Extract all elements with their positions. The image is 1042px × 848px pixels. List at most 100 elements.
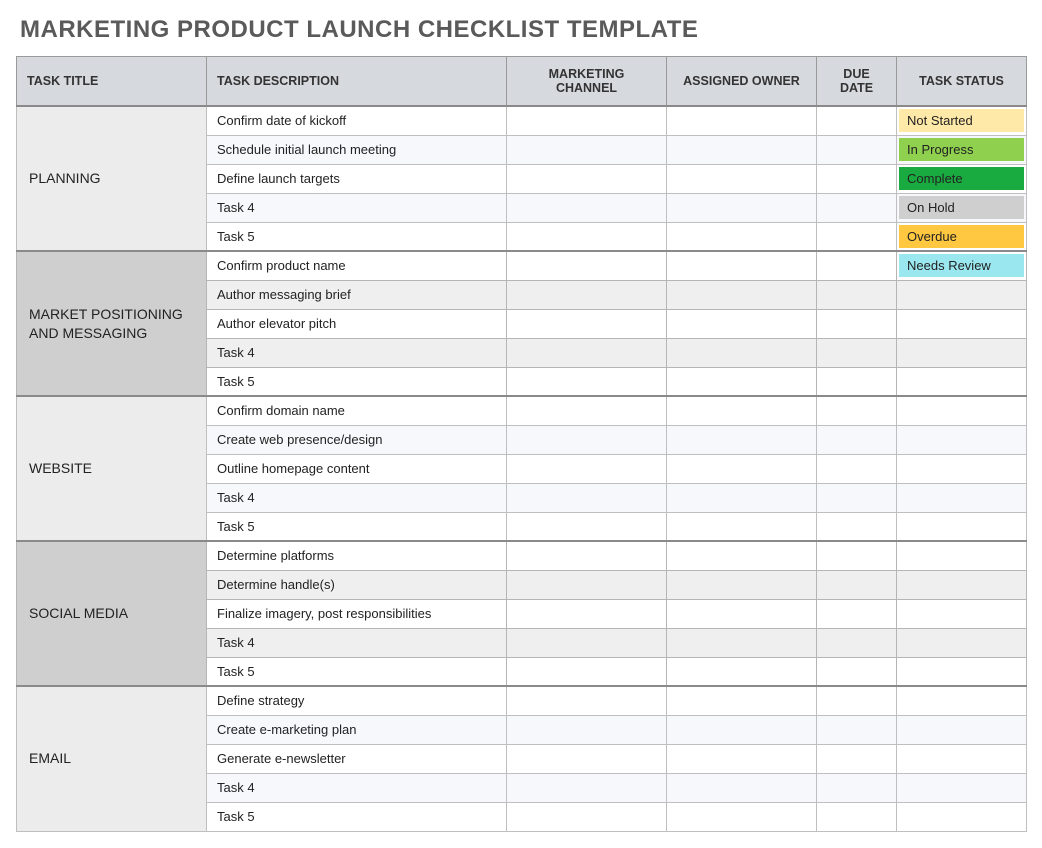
- assigned-owner-cell[interactable]: [667, 744, 817, 773]
- task-description-cell[interactable]: Task 4: [207, 193, 507, 222]
- marketing-channel-cell[interactable]: [507, 164, 667, 193]
- marketing-channel-cell[interactable]: [507, 686, 667, 715]
- marketing-channel-cell[interactable]: [507, 251, 667, 280]
- due-date-cell[interactable]: [817, 686, 897, 715]
- assigned-owner-cell[interactable]: [667, 686, 817, 715]
- task-description-cell[interactable]: Define strategy: [207, 686, 507, 715]
- assigned-owner-cell[interactable]: [667, 106, 817, 135]
- assigned-owner-cell[interactable]: [667, 773, 817, 802]
- marketing-channel-cell[interactable]: [507, 744, 667, 773]
- task-status-cell[interactable]: [897, 483, 1027, 512]
- task-description-cell[interactable]: Task 5: [207, 222, 507, 251]
- due-date-cell[interactable]: [817, 483, 897, 512]
- assigned-owner-cell[interactable]: [667, 802, 817, 831]
- marketing-channel-cell[interactable]: [507, 512, 667, 541]
- task-description-cell[interactable]: Task 4: [207, 773, 507, 802]
- task-status-cell[interactable]: [897, 628, 1027, 657]
- marketing-channel-cell[interactable]: [507, 106, 667, 135]
- marketing-channel-cell[interactable]: [507, 135, 667, 164]
- task-description-cell[interactable]: Author elevator pitch: [207, 309, 507, 338]
- task-description-cell[interactable]: Task 4: [207, 483, 507, 512]
- assigned-owner-cell[interactable]: [667, 222, 817, 251]
- assigned-owner-cell[interactable]: [667, 512, 817, 541]
- due-date-cell[interactable]: [817, 193, 897, 222]
- task-status-cell[interactable]: [897, 425, 1027, 454]
- task-status-cell[interactable]: [897, 657, 1027, 686]
- marketing-channel-cell[interactable]: [507, 715, 667, 744]
- due-date-cell[interactable]: [817, 570, 897, 599]
- task-status-cell[interactable]: [897, 686, 1027, 715]
- task-description-cell[interactable]: Determine handle(s): [207, 570, 507, 599]
- assigned-owner-cell[interactable]: [667, 599, 817, 628]
- marketing-channel-cell[interactable]: [507, 367, 667, 396]
- task-description-cell[interactable]: Create web presence/design: [207, 425, 507, 454]
- task-status-cell[interactable]: [897, 802, 1027, 831]
- assigned-owner-cell[interactable]: [667, 309, 817, 338]
- assigned-owner-cell[interactable]: [667, 628, 817, 657]
- marketing-channel-cell[interactable]: [507, 222, 667, 251]
- task-status-cell[interactable]: [897, 396, 1027, 425]
- due-date-cell[interactable]: [817, 744, 897, 773]
- task-description-cell[interactable]: Task 5: [207, 512, 507, 541]
- due-date-cell[interactable]: [817, 512, 897, 541]
- marketing-channel-cell[interactable]: [507, 773, 667, 802]
- due-date-cell[interactable]: [817, 338, 897, 367]
- task-description-cell[interactable]: Determine platforms: [207, 541, 507, 570]
- task-status-cell[interactable]: Overdue: [897, 222, 1027, 251]
- due-date-cell[interactable]: [817, 222, 897, 251]
- task-description-cell[interactable]: Task 5: [207, 657, 507, 686]
- due-date-cell[interactable]: [817, 599, 897, 628]
- marketing-channel-cell[interactable]: [507, 657, 667, 686]
- task-description-cell[interactable]: Task 5: [207, 367, 507, 396]
- assigned-owner-cell[interactable]: [667, 135, 817, 164]
- assigned-owner-cell[interactable]: [667, 454, 817, 483]
- assigned-owner-cell[interactable]: [667, 338, 817, 367]
- task-status-cell[interactable]: [897, 744, 1027, 773]
- task-description-cell[interactable]: Task 4: [207, 338, 507, 367]
- task-description-cell[interactable]: Schedule initial launch meeting: [207, 135, 507, 164]
- due-date-cell[interactable]: [817, 396, 897, 425]
- marketing-channel-cell[interactable]: [507, 338, 667, 367]
- task-status-cell[interactable]: [897, 715, 1027, 744]
- task-status-cell[interactable]: In Progress: [897, 135, 1027, 164]
- task-description-cell[interactable]: Confirm date of kickoff: [207, 106, 507, 135]
- due-date-cell[interactable]: [817, 715, 897, 744]
- marketing-channel-cell[interactable]: [507, 483, 667, 512]
- assigned-owner-cell[interactable]: [667, 715, 817, 744]
- task-status-cell[interactable]: Needs Review: [897, 251, 1027, 280]
- marketing-channel-cell[interactable]: [507, 425, 667, 454]
- due-date-cell[interactable]: [817, 802, 897, 831]
- task-description-cell[interactable]: Confirm domain name: [207, 396, 507, 425]
- task-status-cell[interactable]: [897, 338, 1027, 367]
- due-date-cell[interactable]: [817, 251, 897, 280]
- task-status-cell[interactable]: [897, 512, 1027, 541]
- assigned-owner-cell[interactable]: [667, 570, 817, 599]
- due-date-cell[interactable]: [817, 164, 897, 193]
- marketing-channel-cell[interactable]: [507, 454, 667, 483]
- marketing-channel-cell[interactable]: [507, 396, 667, 425]
- task-description-cell[interactable]: Task 4: [207, 628, 507, 657]
- due-date-cell[interactable]: [817, 628, 897, 657]
- task-status-cell[interactable]: [897, 570, 1027, 599]
- task-status-cell[interactable]: [897, 541, 1027, 570]
- task-status-cell[interactable]: Not Started: [897, 106, 1027, 135]
- assigned-owner-cell[interactable]: [667, 657, 817, 686]
- task-description-cell[interactable]: Task 5: [207, 802, 507, 831]
- task-status-cell[interactable]: On Hold: [897, 193, 1027, 222]
- task-description-cell[interactable]: Generate e-newsletter: [207, 744, 507, 773]
- due-date-cell[interactable]: [817, 367, 897, 396]
- task-status-cell[interactable]: [897, 599, 1027, 628]
- task-status-cell[interactable]: [897, 773, 1027, 802]
- task-status-cell[interactable]: [897, 309, 1027, 338]
- marketing-channel-cell[interactable]: [507, 309, 667, 338]
- due-date-cell[interactable]: [817, 454, 897, 483]
- task-status-cell[interactable]: [897, 454, 1027, 483]
- assigned-owner-cell[interactable]: [667, 541, 817, 570]
- marketing-channel-cell[interactable]: [507, 628, 667, 657]
- due-date-cell[interactable]: [817, 106, 897, 135]
- due-date-cell[interactable]: [817, 657, 897, 686]
- assigned-owner-cell[interactable]: [667, 367, 817, 396]
- marketing-channel-cell[interactable]: [507, 541, 667, 570]
- assigned-owner-cell[interactable]: [667, 425, 817, 454]
- task-description-cell[interactable]: Author messaging brief: [207, 280, 507, 309]
